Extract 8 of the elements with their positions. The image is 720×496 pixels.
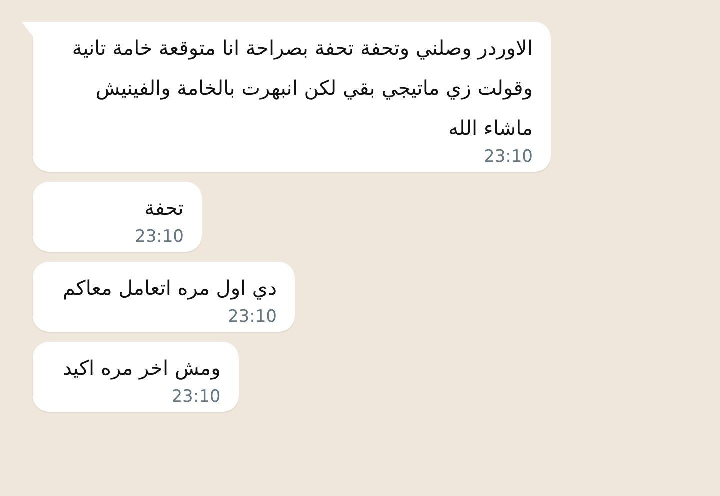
message-time: 23:10 [483, 146, 533, 168]
message-text: ومش اخر مره اكيد [62, 355, 221, 382]
message-text: دي اول مره اتعامل معاكم [62, 275, 277, 302]
message-time: 23:10 [170, 386, 221, 408]
message-text: الاوردر وصلني وتحفة تحفة بصراحة انا متوقعة خامة تانية وقولت زي ماتيجي بقي لكن انبهرت بالخامة والفينيش ماشاء الله [71, 35, 533, 142]
message-text: تحفة [144, 195, 184, 222]
message-time: 23:10 [134, 226, 184, 248]
message-time: 23:10 [226, 306, 277, 328]
